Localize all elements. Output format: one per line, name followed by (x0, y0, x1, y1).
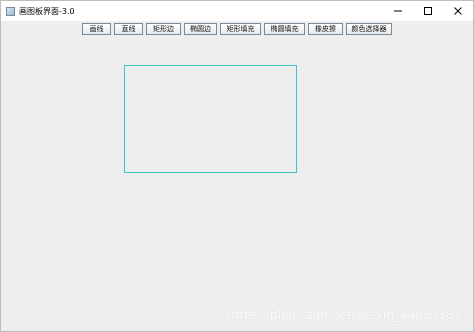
eraser-button[interactable]: 橡皮擦 (308, 23, 343, 35)
app-window: 画图板界面-3.0 画线 直线 矩形边 椭圆边 矩形填充 椭圆填充 橡皮擦 颜色… (0, 0, 474, 332)
minimize-icon (394, 10, 402, 12)
draw-line-button[interactable]: 画线 (82, 23, 111, 35)
ellipse-fill-button[interactable]: 椭圆填充 (264, 23, 305, 35)
color-picker-button[interactable]: 颜色选择器 (346, 23, 392, 35)
drawn-rectangle (124, 65, 297, 173)
maximize-button[interactable] (413, 1, 443, 21)
close-button[interactable] (443, 1, 473, 21)
maximize-icon (424, 7, 432, 15)
ellipse-outline-button[interactable]: 椭圆边 (184, 23, 217, 35)
window-title: 画图板界面-3.0 (19, 6, 75, 16)
close-icon (454, 7, 462, 15)
rectangle-outline-button[interactable]: 矩形边 (146, 23, 181, 35)
toolbar: 画线 直线 矩形边 椭圆边 矩形填充 椭圆填充 橡皮擦 颜色选择器 (1, 23, 473, 36)
window-controls (383, 1, 473, 21)
title-bar[interactable]: 画图板界面-3.0 (1, 1, 473, 21)
java-app-icon (6, 6, 15, 16)
straight-line-button[interactable]: 直线 (114, 23, 143, 35)
rectangle-fill-button[interactable]: 矩形填充 (220, 23, 261, 35)
minimize-button[interactable] (383, 1, 413, 21)
watermark: https://blog.csdn.net/weixin_44653383 (226, 308, 461, 322)
